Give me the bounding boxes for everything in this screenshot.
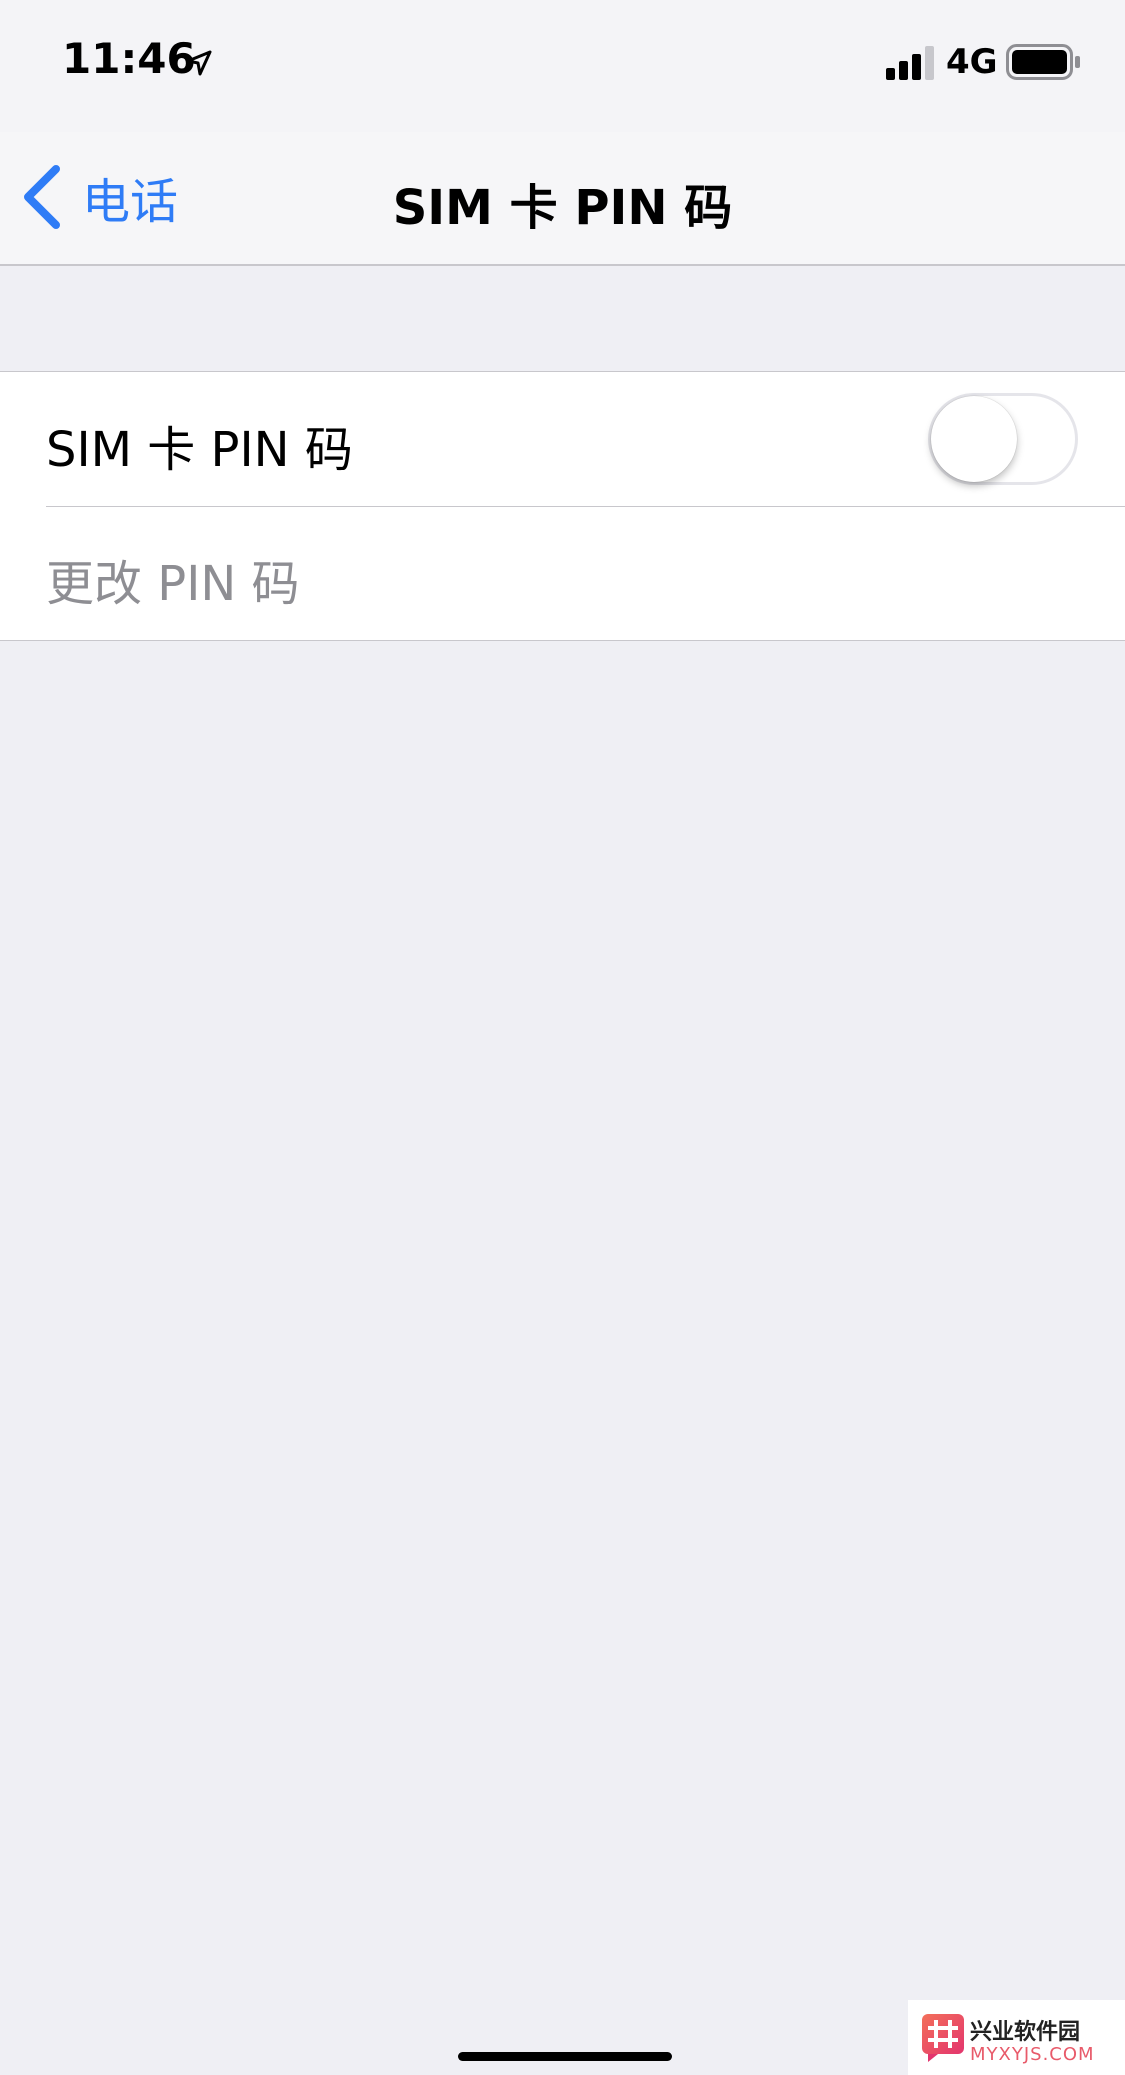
sim-pin-row: SIM 卡 PIN 码	[0, 372, 1125, 507]
settings-group: SIM 卡 PIN 码 更改 PIN 码	[0, 371, 1125, 641]
change-pin-label: 更改 PIN 码	[46, 556, 300, 612]
watermark-url: MYXYJS.COM	[970, 2044, 1095, 2065]
sim-pin-toggle[interactable]	[928, 393, 1078, 485]
status-bar: 11:46 4G	[0, 0, 1125, 132]
change-pin-row[interactable]: 更改 PIN 码	[0, 506, 1125, 640]
watermark-name: 兴业软件园	[970, 2020, 1081, 2045]
battery-icon	[1006, 44, 1080, 80]
location-arrow-icon	[186, 50, 212, 76]
page-title: SIM 卡 PIN 码	[392, 180, 733, 236]
watermark-logo-icon	[922, 2014, 964, 2062]
cellular-signal-icon	[886, 46, 934, 80]
navigation-bar: 电话 SIM 卡 PIN 码	[0, 132, 1125, 266]
watermark: 兴业软件园 MYXYJS.COM	[908, 2000, 1125, 2075]
network-type: 4G	[946, 42, 998, 82]
home-indicator	[458, 2052, 672, 2061]
toggle-knob	[931, 396, 1017, 482]
sim-pin-label: SIM 卡 PIN 码	[46, 422, 353, 478]
status-time: 11:46	[62, 34, 196, 83]
